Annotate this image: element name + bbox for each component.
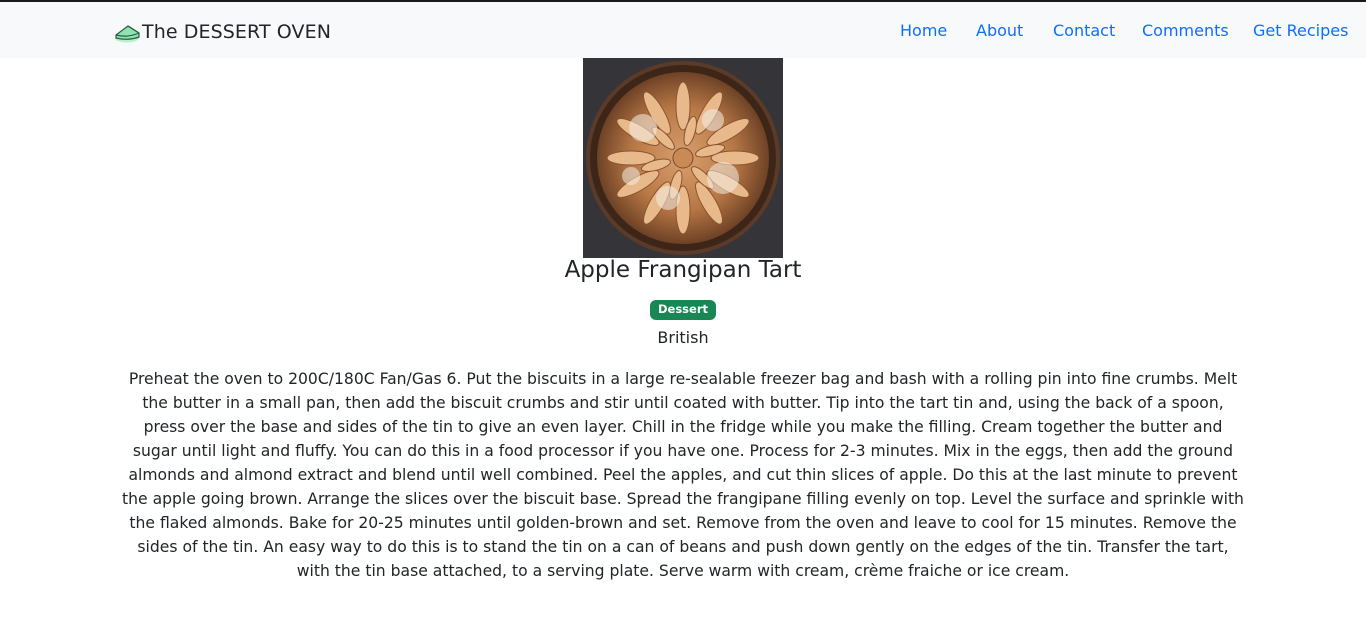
navbar: The DESSERT OVEN Home About Contact Comm… — [0, 2, 1366, 58]
recipe-image — [583, 58, 783, 258]
cake-slice-icon — [115, 21, 141, 43]
category-badge: Dessert — [649, 300, 716, 320]
nav-get-recipes[interactable]: Get Recipes — [1253, 21, 1348, 40]
recipe-title: Apple Frangipan Tart — [564, 257, 802, 283]
nav-home[interactable]: Home — [900, 21, 947, 40]
nav-contact[interactable]: Contact — [1053, 21, 1115, 40]
nav-comments[interactable]: Comments — [1142, 21, 1229, 40]
nav-about[interactable]: About — [976, 21, 1023, 40]
category-row: Dessert — [0, 298, 1366, 320]
brand-name: The DESSERT OVEN — [142, 21, 332, 43]
recipe-area: British — [657, 328, 709, 347]
recipe-instructions: Preheat the oven to 200C/180C Fan/Gas 6.… — [122, 370, 1244, 580]
brand-link[interactable]: The DESSERT OVEN — [115, 18, 331, 46]
